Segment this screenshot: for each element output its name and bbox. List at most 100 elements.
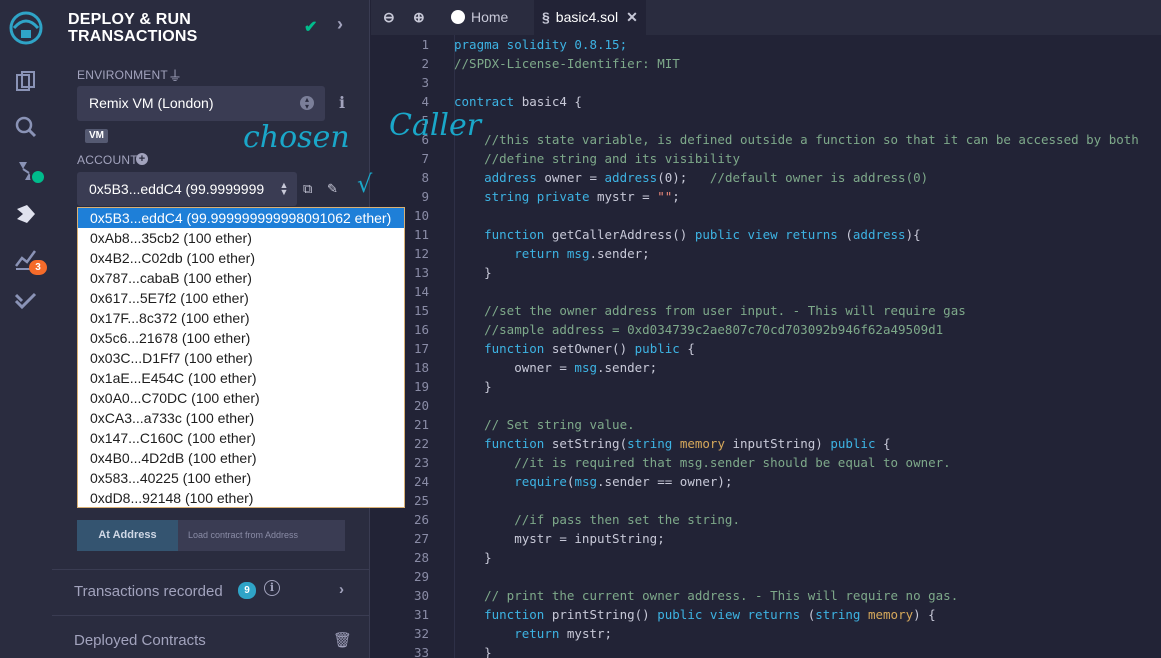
tab-basic4[interactable]: § basic4.sol ✕ — [534, 0, 646, 35]
edit-icon[interactable]: ✎ — [327, 181, 338, 197]
line-number: 7 — [421, 151, 429, 166]
account-dropdown[interactable]: 0x5B3...eddC4 (99.999999999998091062 eth… — [77, 207, 405, 508]
code-text: // Set string value. — [454, 417, 635, 432]
at-address-input[interactable]: Load contract from Address — [178, 520, 345, 551]
code-text: return msg.sender; — [514, 246, 650, 261]
code-line: 21 // Set string value. — [371, 415, 1161, 434]
code-text: } — [454, 645, 492, 658]
code-text: //if pass then set the string. — [454, 512, 740, 527]
account-option[interactable]: 0x5c6...21678 (100 ether) — [78, 328, 404, 348]
account-option[interactable]: 0xCA3...a733c (100 ether) — [78, 408, 404, 428]
code-text: function getCallerAddress() public view … — [484, 227, 921, 242]
trash-icon[interactable]: 🗑 — [333, 631, 352, 649]
code-text: } — [454, 550, 492, 565]
tab-file-label: basic4.sol — [555, 9, 619, 25]
code-text: //set the owner address from user input.… — [454, 303, 966, 318]
add-account-icon[interactable]: + — [136, 153, 148, 165]
at-address-group: At Address Load contract from Address — [77, 520, 345, 551]
zoom-out-icon[interactable]: ⊖ — [383, 9, 395, 26]
code-text: //it is required that msg.sender should … — [454, 455, 951, 470]
account-option[interactable]: 0x583...40225 (100 ether) — [78, 468, 404, 488]
deployed-contracts-section[interactable]: Deployed Contracts 🗑 — [52, 626, 369, 658]
account-option[interactable]: 0x4B0...4D2dB (100 ether) — [78, 448, 404, 468]
line-number: 2 — [421, 56, 429, 71]
code-line: 18 owner = msg.sender; — [371, 358, 1161, 377]
account-option[interactable]: 0xdD8...92148 (100 ether) — [78, 488, 404, 508]
line-number: 27 — [413, 531, 429, 546]
account-label: ACCOUNT — [77, 153, 138, 167]
check-icon: ✔ — [304, 19, 318, 36]
code-line: 2 //SPDX-License-Identifier: MIT — [371, 54, 1161, 73]
code-text: function printString() public view retur… — [484, 607, 936, 622]
deploy-run-icon[interactable] — [13, 201, 39, 227]
info-icon[interactable]: i — [339, 93, 345, 112]
close-icon[interactable]: ✕ — [626, 9, 638, 25]
account-option[interactable]: 0x0A0...C70DC (100 ether) — [78, 388, 404, 408]
account-option[interactable]: 0x5B3...eddC4 (99.999999999998091062 eth… — [78, 208, 404, 228]
code-line: 19 } — [371, 377, 1161, 396]
remix-ide: 3 DEPLOY & RUN TRANSACTIONS ✔ › ENVIRONM… — [0, 0, 1161, 658]
account-option[interactable]: 0x1aE...E454C (100 ether) — [78, 368, 404, 388]
select-arrows-icon: ▴ ▾ — [300, 96, 314, 111]
copy-icon[interactable]: ⧉ — [303, 181, 312, 197]
code-text: } — [454, 379, 492, 394]
tab-bar: ⊖ ⊕ Home § basic4.sol ✕ — [371, 0, 1161, 35]
line-number: 26 — [413, 512, 429, 527]
code-line: 33 } — [371, 643, 1161, 658]
file-explorer-icon[interactable] — [13, 69, 39, 95]
remix-logo-icon[interactable] — [8, 10, 44, 46]
environment-select[interactable]: Remix VM (London) ▴ ▾ — [77, 86, 325, 121]
code-text: function setString(string memory inputSt… — [484, 436, 891, 451]
code-line: 23 //it is required that msg.sender shou… — [371, 453, 1161, 472]
panel-title-line2: TRANSACTIONS — [68, 28, 198, 45]
chevron-right-icon[interactable]: › — [337, 14, 343, 35]
search-icon[interactable] — [13, 114, 39, 140]
select-arrows-icon: ▲ ▼ — [277, 172, 291, 197]
account-option[interactable]: 0x4B2...C02db (100 ether) — [78, 248, 404, 268]
double-check-icon[interactable] — [13, 288, 39, 314]
account-option[interactable]: 0x787...cabaB (100 ether) — [78, 268, 404, 288]
code-text: } — [454, 265, 492, 280]
chevron-right-icon[interactable]: › — [339, 581, 344, 598]
code-text: //sample address = 0xd034739c2ae807c70cd… — [454, 322, 944, 337]
tab-home[interactable]: Home — [439, 0, 520, 35]
deployed-contracts-label: Deployed Contracts — [74, 632, 206, 649]
account-option[interactable]: 0x617...5E7f2 (100 ether) — [78, 288, 404, 308]
info-icon[interactable]: i — [264, 580, 280, 596]
zoom-in-icon[interactable]: ⊕ — [413, 9, 425, 26]
line-number: 9 — [421, 189, 429, 204]
line-number: 28 — [413, 550, 429, 565]
code-line: 12 return msg.sender; — [371, 244, 1161, 263]
code-text: mystr = inputString; — [454, 531, 665, 546]
transactions-count-badge: 9 — [238, 582, 256, 599]
code-line: 26 //if pass then set the string. — [371, 510, 1161, 529]
code-line: 8 address owner = address(0); //default … — [371, 168, 1161, 187]
code-line: 32 return mystr; — [371, 624, 1161, 643]
line-number: 8 — [421, 170, 429, 185]
icon-bar: 3 — [0, 0, 52, 658]
code-text: //this state variable, is defined outsid… — [454, 132, 1139, 147]
code-line: 31 function printString() public view re… — [371, 605, 1161, 624]
code-line: 15 //set the owner address from user inp… — [371, 301, 1161, 320]
panel-title: DEPLOY & RUN TRANSACTIONS — [68, 11, 198, 45]
annotation-check-mark: √ — [357, 170, 373, 198]
line-number: 3 — [421, 75, 429, 90]
code-line: 13 } — [371, 263, 1161, 282]
account-option[interactable]: 0x03C...D1Ff7 (100 ether) — [78, 348, 404, 368]
line-number: 32 — [413, 626, 429, 641]
environment-label: ENVIRONMENT — [77, 68, 168, 82]
code-line: 1 pragma solidity 0.8.15; — [371, 35, 1161, 54]
code-line: 27 mystr = inputString; — [371, 529, 1161, 548]
code-area[interactable]: 1 pragma solidity 0.8.15; 2 //SPDX-License-… — [371, 35, 1161, 658]
account-option[interactable]: 0xAb8...35cb2 (100 ether) — [78, 228, 404, 248]
transactions-recorded-section[interactable]: Transactions recorded 9 i › — [52, 569, 369, 616]
editor: ⊖ ⊕ Home § basic4.sol ✕ 1 pragma solidity 0… — [371, 0, 1161, 658]
code-text: // print the current owner address. - Th… — [454, 588, 959, 603]
account-select[interactable]: 0x5B3...eddC4 (99.9999999 ▲ ▼ — [77, 172, 297, 206]
account-option[interactable]: 0x147...C160C (100 ether) — [78, 428, 404, 448]
code-text: address owner = address(0); //default ow… — [484, 170, 929, 185]
at-address-button[interactable]: At Address — [77, 520, 178, 551]
code-line: 14 — [371, 282, 1161, 301]
account-option[interactable]: 0x17F...8c372 (100 ether) — [78, 308, 404, 328]
line-number: 30 — [413, 588, 429, 603]
